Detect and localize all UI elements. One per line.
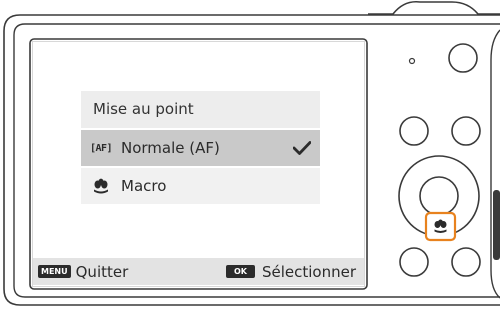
menu-item-normal-af[interactable]: [AF] Normale (AF) <box>81 130 320 166</box>
focus-menu: Mise au point [AF] Normale (AF) Macro <box>81 91 320 204</box>
macro-key-highlight <box>424 211 457 242</box>
delete-button <box>399 247 429 277</box>
function-button-right <box>451 116 481 146</box>
function-button-left <box>399 116 429 146</box>
menu-title: Mise au point <box>81 91 320 128</box>
playback-button <box>448 43 478 73</box>
select-label: Sélectionner <box>261 262 356 281</box>
quit-label: Quitter <box>75 262 129 281</box>
footer-bar: MENU Quitter OK Sélectionner <box>33 258 364 285</box>
status-lamp <box>408 57 416 65</box>
quit-hint[interactable]: MENU Quitter <box>38 263 128 281</box>
select-hint[interactable]: OK Sélectionner <box>225 262 356 281</box>
menu-key-badge: MENU <box>38 265 71 278</box>
side-strap <box>493 190 500 260</box>
camera-top-bump <box>368 0 500 15</box>
af-normal-icon: [AF] <box>89 142 113 154</box>
macro-flower-icon <box>81 178 121 194</box>
menu-button <box>451 247 481 277</box>
checkmark-icon <box>284 141 320 155</box>
ok-key-badge: OK <box>225 265 255 278</box>
menu-item-label: Macro <box>121 177 167 195</box>
menu-item-label: Normale (AF) <box>121 139 220 157</box>
menu-item-macro[interactable]: Macro <box>81 168 320 204</box>
ok-button <box>419 176 459 216</box>
